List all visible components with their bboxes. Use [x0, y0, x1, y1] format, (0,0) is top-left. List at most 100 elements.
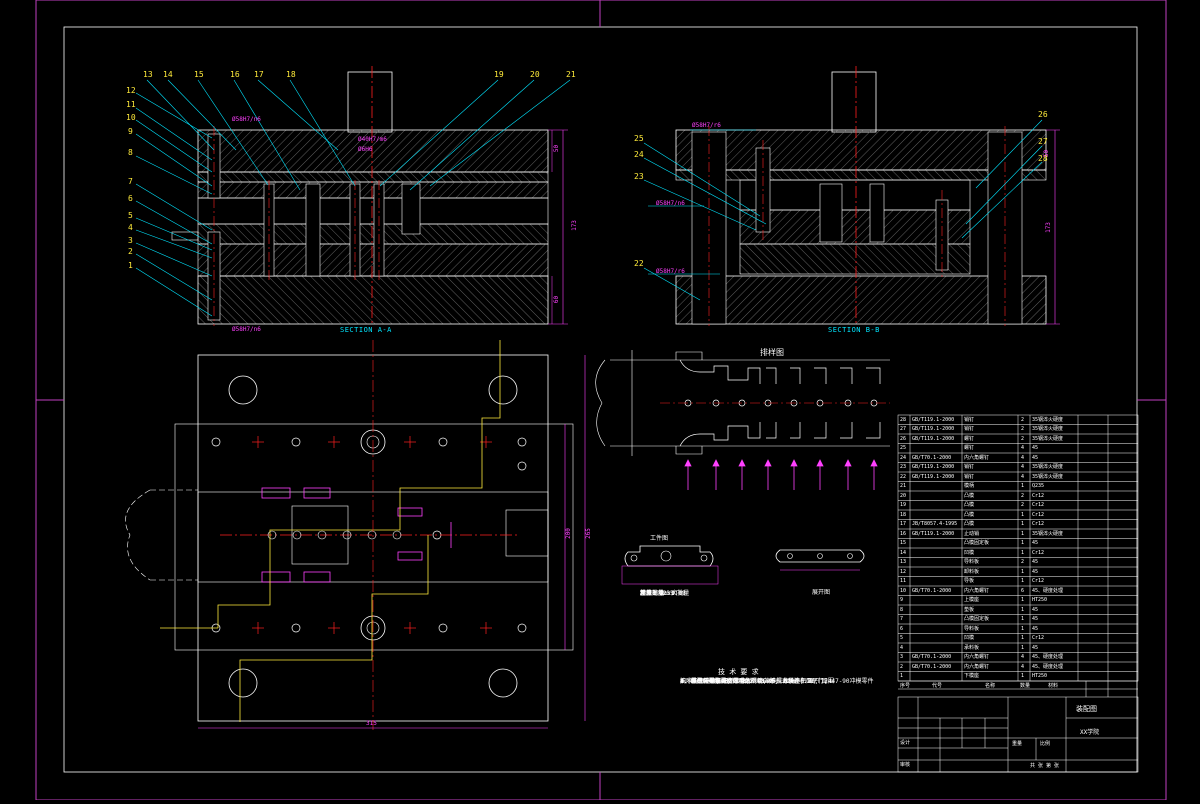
- scale-label: 比例: [1040, 741, 1051, 747]
- bom-cell-name: 卸料板: [964, 568, 980, 575]
- bom-cell-std: GB/T119.1-2000: [912, 530, 955, 537]
- dim-plan-width: 315: [366, 720, 377, 727]
- bom-cell-qty: 1: [1021, 568, 1025, 575]
- bom-cell-name: 凸模: [964, 502, 975, 508]
- bom-cell-qty: 6: [1021, 587, 1025, 594]
- bom-cell-mat: HT250: [1032, 673, 1048, 679]
- bom-cell-no: 10: [900, 587, 907, 594]
- bom-cell-qty: 1: [1021, 549, 1025, 556]
- bom-cell-no: 27: [900, 426, 907, 432]
- section-a-title: SECTION A-A: [340, 326, 392, 334]
- balloon-23: 23: [634, 172, 644, 181]
- balloon-27: 27: [1038, 137, 1048, 146]
- bom-cell-no: 12: [900, 568, 907, 575]
- bom-cell-qty: 4: [1021, 654, 1025, 660]
- bom-header-name: 名称: [985, 683, 996, 689]
- fit-note-a3: Ø6H6: [358, 146, 373, 153]
- bom-cell-no: 4: [900, 644, 904, 651]
- bom-cell-name: 承料板: [964, 644, 980, 651]
- balloon-20: 20: [530, 70, 540, 79]
- balloon-9: 9: [128, 127, 133, 136]
- bom-cell-name: 凹模: [964, 635, 975, 641]
- bom-cell-no: 19: [900, 502, 907, 508]
- drawing-name: 装配图: [1076, 705, 1097, 713]
- bom-cell-name: 凸模: [964, 511, 975, 518]
- bom-cell-qty: 4: [1021, 464, 1025, 470]
- balloon-21: 21: [566, 70, 576, 79]
- bom-cell-no: 26: [900, 435, 907, 442]
- balloon-5: 5: [128, 211, 133, 220]
- bom-cell-mat: Cr12: [1032, 549, 1045, 556]
- bom-cell-mat: 45: [1032, 445, 1039, 451]
- bom-cell-qty: 4: [1021, 473, 1025, 480]
- fit-note-b2: Ø58H7/n6: [656, 200, 685, 207]
- bom-cell-no: 22: [900, 473, 907, 480]
- bom-cell-mat: 35钢淬火硬度: [1032, 416, 1064, 423]
- bom-cell-qty: 1: [1021, 644, 1025, 651]
- bom-cell-mat: 45: [1032, 616, 1039, 622]
- bom-cell-no: 11: [900, 578, 907, 584]
- dim-b-upper: 50: [1043, 149, 1051, 158]
- bom-cell-mat: 45: [1032, 454, 1039, 461]
- bom-cell-no: 9: [900, 597, 904, 603]
- balloon-13: 13: [143, 70, 153, 79]
- bom-cell-mat: Cr12: [1032, 502, 1045, 508]
- weight-label: 重量: [1012, 741, 1023, 747]
- bom-cell-no: 17: [900, 521, 907, 527]
- dim-plan-h1: 200: [564, 528, 572, 539]
- bom-cell-name: 销钉: [964, 464, 975, 470]
- bom-cell-std: GB/T70.1-2000: [912, 654, 952, 660]
- bom-cell-name: 下模座: [964, 673, 980, 679]
- bom-cell-mat: 35钢淬火硬度: [1032, 464, 1064, 470]
- balloon-22: 22: [634, 259, 644, 268]
- bom-cell-mat: Q235: [1032, 483, 1045, 489]
- dim-plan-h2: 265: [584, 528, 592, 539]
- balloon-7: 7: [128, 177, 133, 186]
- section-b-title: SECTION B-B: [828, 326, 880, 334]
- bom-cell-std: GB/T119.1-2000: [912, 435, 955, 442]
- bom-cell-name: 导料板: [964, 559, 980, 565]
- bom-cell-qty: 1: [1021, 597, 1025, 603]
- bom-cell-no: 21: [900, 483, 907, 489]
- bom-cell-mat: 45、硬度处理: [1032, 654, 1064, 660]
- bom-cell-qty: 4: [1021, 663, 1025, 670]
- bom-cell-mat: 45: [1032, 540, 1039, 546]
- balloon-8: 8: [128, 148, 133, 157]
- bom-header-mat: 材料: [1048, 683, 1059, 689]
- balloon-14: 14: [163, 70, 173, 79]
- bom-cell-name: 螺钉: [964, 435, 975, 442]
- bom-cell-qty: 4: [1021, 454, 1025, 461]
- bom-cell-no: 13: [900, 559, 907, 565]
- bom-cell-name: 内六角螺钉: [964, 587, 990, 594]
- bom-cell-qty: 1: [1021, 578, 1025, 584]
- bom-cell-std: GB/T70.1-2000: [912, 454, 952, 461]
- bom-cell-no: 20: [900, 492, 907, 499]
- bom-cell-name: 内六角螺钉: [964, 663, 990, 670]
- bom-cell-qty: 1: [1021, 511, 1025, 518]
- bom-cell-qty: 2: [1021, 559, 1025, 565]
- bom-cell-qty: 1: [1021, 540, 1025, 546]
- bom-cell-name: 导料板: [964, 625, 980, 632]
- balloon-12: 12: [126, 86, 136, 95]
- balloon-19: 19: [494, 70, 504, 79]
- checker-label: 审核: [900, 762, 911, 768]
- school-name: XX学院: [1080, 729, 1100, 736]
- bom-cell-qty: 1: [1021, 530, 1025, 537]
- bom-cell-mat: 45: [1032, 625, 1039, 632]
- bom-cell-std: GB/T70.1-2000: [912, 587, 952, 594]
- balloon-25: 25: [634, 134, 644, 143]
- bom-cell-qty: 2: [1021, 502, 1025, 508]
- bom-header-no: 序号: [900, 683, 911, 689]
- bom-cell-mat: 35钢淬火硬度: [1032, 473, 1064, 480]
- bom-cell-no: 5: [900, 635, 904, 641]
- fit-note-b1: Ø58H7/r6: [692, 122, 721, 129]
- bom-cell-mat: 45: [1032, 559, 1039, 565]
- bom-cell-mat: Cr12: [1032, 521, 1045, 527]
- bom-cell-name: 止动销: [964, 530, 980, 537]
- cad-canvas: [35, 0, 1167, 801]
- bom-cell-name: 销钉: [964, 426, 975, 432]
- bom-cell-no: 7: [900, 616, 904, 622]
- title-block: [897, 680, 1139, 773]
- fit-note-a2: Ø40H7/m6: [358, 136, 387, 143]
- bom-cell-std: GB/T119.1-2000: [912, 416, 955, 423]
